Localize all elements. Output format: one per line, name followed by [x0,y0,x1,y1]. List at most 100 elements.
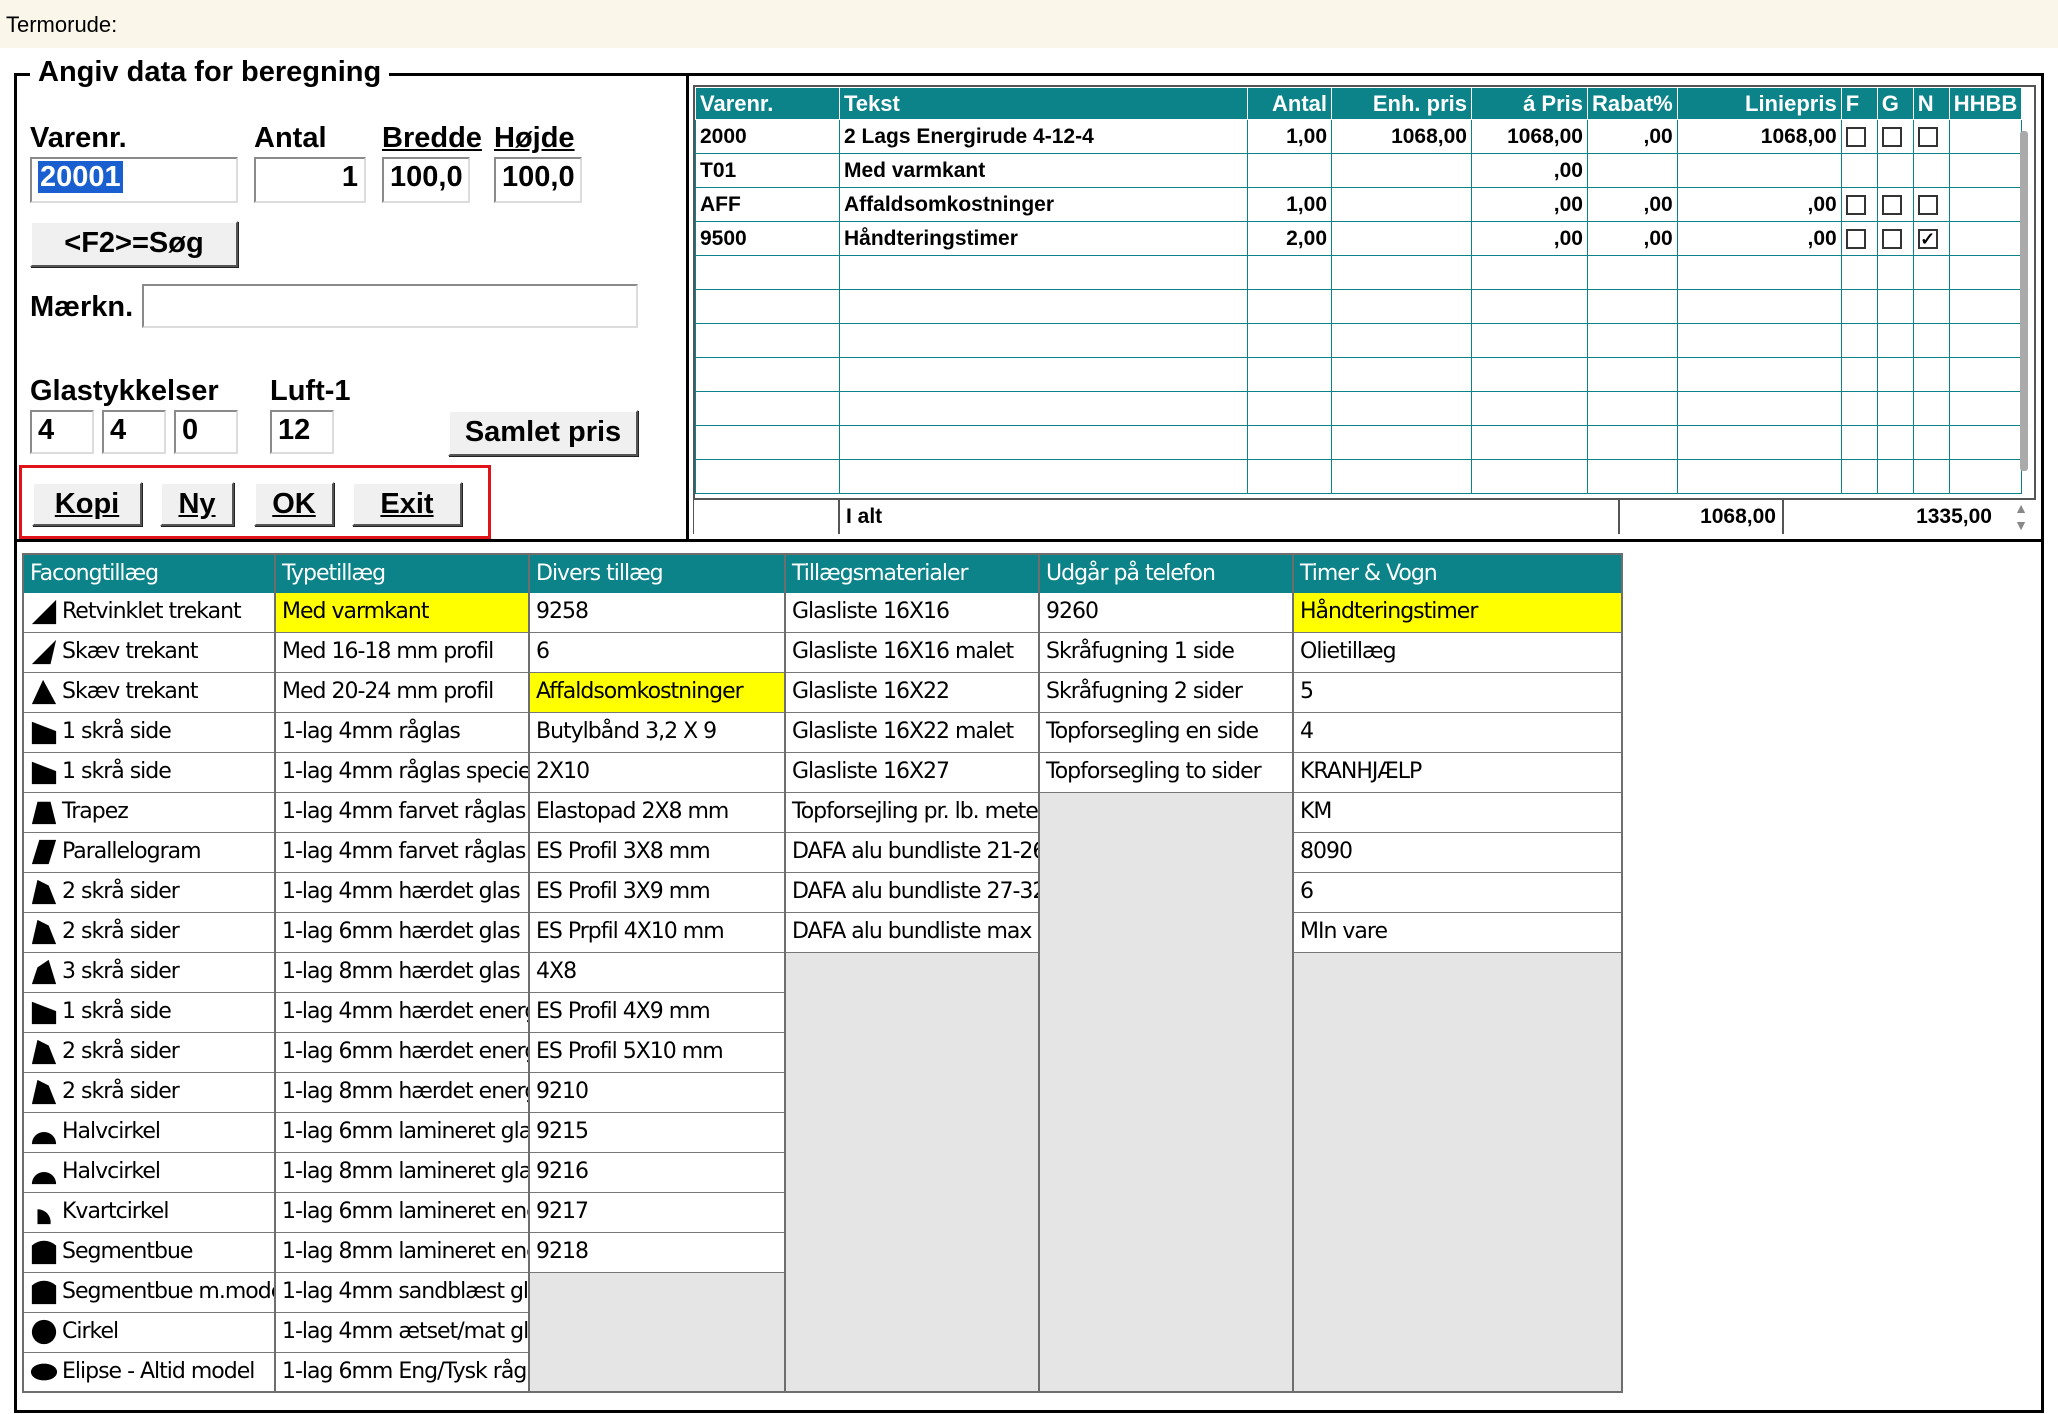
addon-list-item[interactable]: Med varmkant [276,593,571,633]
samlet-pris-button[interactable]: Samlet pris [448,410,638,456]
addon-list-item[interactable]: 1-lag 8mm hærdet glas [276,953,571,993]
hojde-input[interactable]: 100,0 [494,157,582,203]
search-button[interactable]: <F2>=Søg [30,221,238,267]
grid-cell-liniepris[interactable]: ,00 [1676,221,1842,256]
addon-list-item[interactable]: 1-lag 6mm hærdet glas [276,913,571,953]
grid-column-header[interactable]: á Pris [1471,87,1588,120]
addon-list-item[interactable]: 1-lag 8mm lamineret energiglas 44,1 [276,1233,571,1273]
grid-row[interactable]: 2000 2 Lags Energirude 4-12-4 1,00 1068,00 1… [695,119,2023,154]
grid-column-header[interactable]: HHBB [1948,87,2023,120]
addon-list-item[interactable]: 1-lag 8mm hærdet energiglas [276,1073,571,1113]
addon-list-item[interactable]: Skæv trekant [24,673,314,713]
addon-list[interactable]: Timer & Vogn Håndteringstimer Olietillæg 5 4… [1292,553,1624,1393]
addon-list-item[interactable]: Segmentbue m.model [24,1273,314,1313]
addon-list-item[interactable]: Med 16-18 mm profil [276,633,571,673]
checkbox-f[interactable] [1845,194,1866,215]
grid-cell-liniepris[interactable]: 1068,00 [1676,119,1842,154]
grid-cell-antal[interactable]: 2,00 [1247,221,1332,256]
grid-empty-row[interactable] [695,425,2023,460]
grid-cell-tekst[interactable]: Med varmkant [839,153,1248,188]
luft-1-input[interactable]: 12 [270,410,334,454]
checkbox-g[interactable] [1881,126,1902,147]
addon-list-item[interactable]: 1-lag 6mm Eng/Tysk råglas [276,1353,571,1391]
addon-list-item[interactable]: 1-lag 4mm råglas [276,713,571,753]
grid-empty-row[interactable] [695,323,2023,358]
addon-list-item[interactable]: Parallelogram [24,833,314,873]
addon-list-item[interactable]: 1-lag 4mm ætset/mat glas [276,1313,571,1353]
addon-list-item[interactable]: 2 skrå sider [24,1033,314,1073]
grid-cell-varenr[interactable]: 2000 [695,119,840,154]
addon-list-item[interactable]: Kvartcirkel [24,1193,314,1233]
maerkn-input[interactable] [142,284,638,328]
grid-cell-enh-pris[interactable]: 1068,00 [1331,119,1472,154]
grid-cell-a-pris[interactable]: ,00 [1471,153,1588,188]
grid-cell-varenr[interactable]: AFF [695,187,840,222]
addon-list-item[interactable]: 1-lag 8mm lamineret glas 44,1 [276,1153,571,1193]
addon-list-item[interactable]: MIn vare [1294,913,1622,953]
antal-input[interactable]: 1 [254,157,366,203]
grid-cell-enh-pris[interactable] [1331,187,1472,222]
addon-list-item[interactable]: Halvcirkel [24,1153,314,1193]
grid-cell-enh-pris[interactable] [1331,153,1472,188]
grid-cell-antal[interactable]: 1,00 [1247,119,1332,154]
grid-empty-row[interactable] [695,459,2023,494]
addon-list-item[interactable]: Segmentbue [24,1233,314,1273]
addon-list-item[interactable]: 6 [1294,873,1622,913]
grid-cell-antal[interactable]: 1,00 [1247,187,1332,222]
grid-empty-row[interactable] [695,357,2023,392]
grid-scrollbar[interactable] [2020,131,2028,471]
checkbox-g[interactable] [1881,228,1902,249]
grid-cell-tekst[interactable]: Affaldsomkostninger [839,187,1248,222]
grid-column-header[interactable]: Rabat% [1587,87,1678,120]
addon-list-item[interactable]: 2 skrå sider [24,1073,314,1113]
grid-column-header[interactable]: Varenr. [695,87,840,120]
grid-column-header[interactable]: F [1840,87,1878,120]
grid-cell-tekst[interactable]: 2 Lags Energirude 4-12-4 [839,119,1248,154]
grid-cell-enh-pris[interactable] [1331,221,1472,256]
addon-list-item[interactable]: 1 skrå side [24,713,314,753]
glas-thickness-1-input[interactable]: 4 [30,410,94,454]
grid-cell-antal[interactable] [1247,153,1332,188]
checkbox-f[interactable] [1845,228,1866,249]
addon-list-item[interactable]: Retvinklet trekant [24,593,314,633]
addon-list-item[interactable]: Med 20-24 mm profil [276,673,571,713]
addon-list-item[interactable]: 1-lag 4mm hærdet energiglas [276,993,571,1033]
grid-cell-liniepris[interactable]: ,00 [1676,187,1842,222]
addon-list-item[interactable]: 2 skrå sider [24,873,314,913]
checkbox-n[interactable]: ✓ [1917,228,1938,249]
checkbox-n[interactable] [1917,126,1938,147]
addon-list-item[interactable]: 8090 [1294,833,1622,873]
addon-list-item[interactable]: KM [1294,793,1622,833]
grid-cell-rabat[interactable]: ,00 [1587,119,1678,154]
grid-empty-row[interactable] [695,289,2023,324]
addon-list-item[interactable]: 4 [1294,713,1622,753]
grid-empty-row[interactable] [695,255,2023,290]
grid-column-header[interactable]: Liniepris [1676,87,1842,120]
grid-cell-rabat[interactable]: ,00 [1587,187,1678,222]
grid-cell-a-pris[interactable]: ,00 [1471,221,1588,256]
addon-list-item[interactable]: 1-lag 4mm sandblæst glas [276,1273,571,1313]
grid-cell-rabat[interactable] [1587,153,1678,188]
grid-cell-rabat[interactable]: ,00 [1587,221,1678,256]
addon-list-item[interactable]: Skæv trekant [24,633,314,673]
addon-list-item[interactable]: 1-lag 4mm farvet råglas specielt [276,833,571,873]
addon-list-item[interactable]: 3 skrå sider [24,953,314,993]
checkbox-g[interactable] [1881,194,1902,215]
grid-column-header[interactable]: Tekst [839,87,1248,120]
grid-column-header[interactable]: G [1876,87,1914,120]
grid-cell-a-pris[interactable]: ,00 [1471,187,1588,222]
grid-cell-varenr[interactable]: 9500 [695,221,840,256]
addon-list-item[interactable]: 1-lag 6mm hærdet energiglas [276,1033,571,1073]
addon-list-item[interactable]: 2 skrå sider [24,913,314,953]
addon-list-item[interactable]: 1-lag 6mm lamineret glas 33,1 [276,1113,571,1153]
varenr-input[interactable]: 20001 [30,157,238,203]
addon-list-item[interactable]: Trapez [24,793,314,833]
grid-cell-varenr[interactable]: T01 [695,153,840,188]
addon-list-item[interactable]: 1 skrå side [24,753,314,793]
addon-list-item[interactable]: 1-lag 4mm farvet råglas [276,793,571,833]
order-lines-grid[interactable]: Varenr. Tekst Antal Enh. pris á Pris Rabat% Li… [693,85,2036,534]
grid-column-header[interactable]: N [1912,87,1950,120]
glas-thickness-2-input[interactable]: 4 [102,410,166,454]
checkbox-f[interactable] [1845,126,1866,147]
grid-row[interactable]: AFF Affaldsomkostninger 1,00,00,00,00 [695,187,2023,222]
